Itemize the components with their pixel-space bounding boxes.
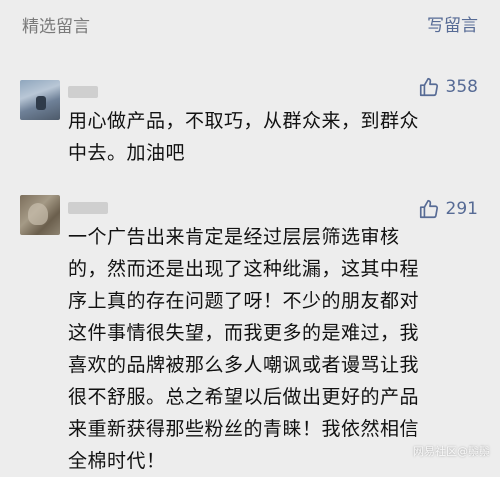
nickname-blurred bbox=[68, 202, 108, 214]
comment-line: 很不舒服。总之希望以后做出更好的产品 bbox=[68, 386, 420, 408]
nickname-blurred bbox=[68, 86, 98, 98]
comment-line: 来重新获得那些粉丝的青睐！我依然相信 bbox=[68, 418, 420, 440]
like-button[interactable]: 291 bbox=[418, 198, 478, 220]
comments-header: 精选留言 写留言 bbox=[0, 0, 500, 52]
avatar[interactable] bbox=[20, 195, 60, 235]
comment-text: 一个广告出来肯定是经过层层筛选审核 的，然而还是出现了这种纰漏，这其中程 序上真… bbox=[68, 221, 478, 477]
comment-line: 的，然而还是出现了这种纰漏，这其中程 bbox=[68, 258, 420, 280]
thumbs-up-icon bbox=[418, 198, 440, 220]
like-button[interactable]: 358 bbox=[418, 76, 478, 98]
comment-line: 一个广告出来肯定是经过层层筛选审核 bbox=[68, 226, 400, 248]
like-count: 358 bbox=[445, 77, 478, 97]
avatar[interactable] bbox=[20, 80, 60, 120]
watermark: 网易社区@鬃鬃 bbox=[413, 445, 490, 458]
section-title: 精选留言 bbox=[22, 17, 90, 37]
comment-text: 用心做产品，不取巧，从群众来，到群众 中去。加油吧 bbox=[68, 105, 478, 169]
comment-line: 这件事情很失望，而我更多的是难过，我 bbox=[68, 322, 420, 344]
like-count: 291 bbox=[445, 199, 478, 219]
thumbs-up-icon bbox=[418, 76, 440, 98]
write-comment-link[interactable]: 写留言 bbox=[427, 11, 478, 36]
comment-line: 喜欢的品牌被那么多人嘲讽或者谩骂让我 bbox=[68, 354, 420, 376]
comment-line: 中去。加油吧 bbox=[68, 142, 186, 164]
comment-line: 用心做产品，不取巧，从群众来，到群众 bbox=[68, 110, 420, 132]
comment-line: 序上真的存在问题了呀！不少的朋友都对 bbox=[68, 290, 420, 312]
